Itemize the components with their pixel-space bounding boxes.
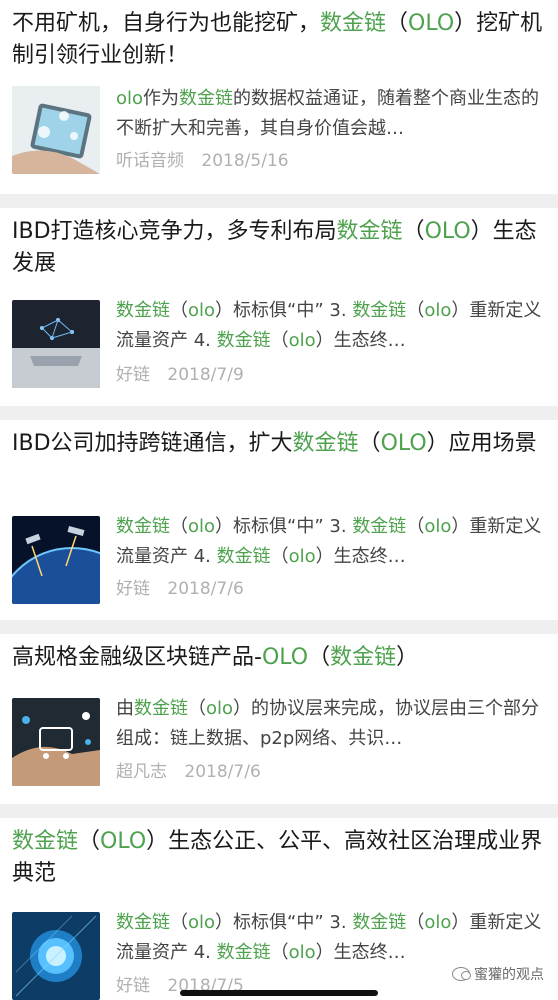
keyword-highlight: OLO — [100, 829, 147, 854]
wechat-icon — [452, 967, 471, 981]
article-card[interactable]: 不用矿机，自身行为也能挖矿，数金链（OLO）挖矿机制引领行业创新！ olo作为数… — [0, 0, 558, 194]
keyword-highlight: olo — [188, 912, 216, 933]
article-thumbnail[interactable] — [12, 698, 100, 786]
keyword-highlight: 数金链 — [352, 300, 407, 321]
text-segment: （ — [270, 330, 289, 351]
text-segment: 不用矿机，自身行为也能挖矿， — [12, 11, 321, 36]
article-thumbnail[interactable] — [12, 516, 100, 604]
article-source: 好链 — [116, 976, 150, 996]
article-source: 超凡志 — [116, 762, 167, 782]
keyword-highlight: 数金链 — [216, 546, 271, 567]
article-title[interactable]: IBD公司加持跨链通信，扩大数金链（OLO）应用场景 — [12, 428, 546, 460]
article-source: 好链 — [116, 579, 150, 599]
text-segment: （ — [170, 300, 188, 321]
keyword-highlight: 数金链 — [352, 516, 407, 537]
article-title[interactable]: 数金链（OLO）生态公正、公平、高效社区治理成业界典范 — [12, 826, 546, 890]
text-segment: ） — [396, 645, 419, 670]
article-snippet: 数金链（olo）标标俱“中” 3. 数金链（olo）重新定义流量资产 4. 数金… — [116, 296, 544, 356]
text-segment: ）生态终… — [315, 942, 406, 963]
keyword-highlight: olo — [188, 516, 216, 537]
article-date: 2018/7/6 — [184, 762, 261, 782]
text-segment: （ — [270, 546, 289, 567]
keyword-highlight: olo — [188, 300, 216, 321]
keyword-highlight: olo — [424, 300, 452, 321]
article-title[interactable]: 高规格金融级区块链产品-OLO（数金链） — [12, 642, 546, 674]
text-segment: IBD打造核心竞争力，多专利布局 — [12, 219, 337, 244]
article-thumbnail[interactable] — [12, 300, 100, 388]
text-segment: （ — [308, 645, 331, 670]
article-thumbnail[interactable] — [12, 912, 100, 1000]
keyword-highlight: 数金链 — [336, 219, 403, 244]
text-segment: 由 — [116, 698, 134, 719]
article-title[interactable]: 不用矿机，自身行为也能挖矿，数金链（OLO）挖矿机制引领行业创新！ — [12, 8, 546, 72]
article-thumbnail[interactable] — [12, 86, 100, 174]
keyword-highlight: olo — [116, 88, 144, 109]
text-segment: （ — [406, 912, 425, 933]
keyword-highlight: OLO — [408, 11, 455, 36]
keyword-highlight: olo — [424, 912, 452, 933]
text-segment: （ — [78, 829, 101, 854]
keyword-highlight: OLO — [424, 219, 471, 244]
article-date: 2018/7/6 — [167, 579, 244, 599]
keyword-highlight: 数金链 — [116, 516, 170, 537]
keyword-highlight: 数金链 — [116, 912, 170, 933]
watermark: 蜜獾的观点 — [452, 964, 544, 984]
keyword-highlight: 数金链 — [320, 11, 387, 36]
article-snippet: 由数金链（olo）的协议层来完成，协议层由三个部分组成：链上数据、p2p网络、共… — [116, 694, 544, 754]
article-card[interactable]: 高规格金融级区块链产品-OLO（数金链） 由数金链（olo）的协议层来完成，协议… — [0, 634, 558, 804]
home-indicator[interactable] — [180, 990, 378, 996]
text-segment: （ — [386, 11, 409, 36]
article-card[interactable]: IBD打造核心竞争力，多专利布局数金链（OLO）生态发展 数金链（olo）标标俱… — [0, 208, 558, 406]
text-segment: （ — [406, 300, 425, 321]
text-segment: 作为 — [143, 88, 180, 109]
keyword-highlight: olo — [288, 942, 316, 963]
article-snippet: olo作为数金链的数据权益通证，随着整个商业生态的不断扩大和完善，其自身价值会越… — [116, 84, 544, 144]
keyword-highlight: 数金链 — [216, 330, 271, 351]
keyword-highlight: olo — [206, 698, 234, 719]
text-segment: （ — [402, 219, 425, 244]
article-meta: 超凡志 2018/7/6 — [116, 760, 261, 784]
article-date: 2018/5/16 — [201, 151, 289, 171]
text-segment: ）标标俱“中” 3. — [215, 912, 353, 933]
keyword-highlight: OLO — [261, 645, 309, 670]
article-source: 好链 — [116, 365, 150, 385]
text-segment: （ — [358, 431, 381, 456]
article-snippet: 数金链（olo）标标俱“中” 3. 数金链（olo）重新定义流量资产 4. 数金… — [116, 908, 544, 968]
text-segment: （ — [170, 912, 188, 933]
article-date: 2018/7/9 — [167, 365, 244, 385]
keyword-highlight: OLO — [380, 431, 427, 456]
article-meta: 听话音频 2018/5/16 — [116, 149, 289, 173]
text-segment: 高规格金融级区块链产品- — [12, 645, 262, 670]
article-meta: 好链 2018/7/6 — [116, 577, 244, 601]
article-meta: 好链 2018/7/9 — [116, 363, 244, 387]
keyword-highlight: 数金链 — [179, 88, 234, 109]
keyword-highlight: 数金链 — [352, 912, 407, 933]
text-segment: ）标标俱“中” 3. — [215, 300, 353, 321]
text-segment: （ — [188, 698, 206, 719]
keyword-highlight: olo — [288, 330, 316, 351]
article-title[interactable]: IBD打造核心竞争力，多专利布局数金链（OLO）生态发展 — [12, 216, 546, 280]
text-segment: ）生态终… — [315, 546, 406, 567]
keyword-highlight: 数金链 — [12, 829, 79, 854]
keyword-highlight: 数金链 — [216, 942, 271, 963]
text-segment: IBD公司加持跨链通信，扩大 — [12, 431, 293, 456]
text-segment: （ — [270, 942, 289, 963]
watermark-label: 蜜獾的观点 — [474, 967, 544, 983]
text-segment: （ — [406, 516, 425, 537]
article-card[interactable]: IBD公司加持跨链通信，扩大数金链（OLO）应用场景 数金链（olo）标标俱“中… — [0, 420, 558, 620]
keyword-highlight: 数金链 — [292, 431, 359, 456]
text-segment: ）生态终… — [315, 330, 406, 351]
keyword-highlight: olo — [288, 546, 316, 567]
article-source: 听话音频 — [116, 151, 184, 171]
keyword-highlight: 数金链 — [116, 300, 170, 321]
text-segment: （ — [170, 516, 188, 537]
keyword-highlight: 数金链 — [134, 698, 188, 719]
text-segment: ）应用场景 — [426, 431, 537, 456]
keyword-highlight: olo — [424, 516, 452, 537]
article-snippet: 数金链（olo）标标俱“中” 3. 数金链（olo）重新定义流量资产 4. 数金… — [116, 512, 544, 572]
keyword-highlight: 数金链 — [330, 645, 397, 670]
text-segment: ）标标俱“中” 3. — [215, 516, 353, 537]
